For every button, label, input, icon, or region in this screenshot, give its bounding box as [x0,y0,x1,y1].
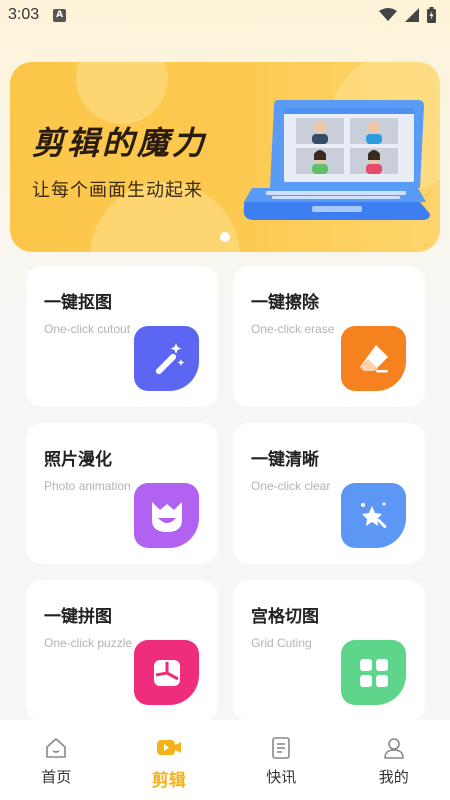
cellular-signal-icon [405,8,419,22]
feature-card-clear[interactable]: 一键清晰 One-click clear [233,423,425,564]
bottom-navigation: 首页 剪辑 快讯 我的 [0,720,450,800]
nav-label: 我的 [378,768,409,786]
feature-subtitle: One-click puzzle [44,636,133,650]
feature-card-puzzle[interactable]: 一键拼图 One-click puzzle [26,580,218,721]
feature-card-grid-cut[interactable]: 宫格切图 Grid Cuting [233,580,425,721]
status-bar: 3:03 A [0,0,450,30]
feature-title: 一键擦除 [251,293,319,313]
banner-subtitle: 让每个画面生动起来 [32,180,203,201]
nav-item-edit[interactable]: 剪辑 [129,736,209,791]
battery-icon [427,7,436,23]
banner-decor-circle [76,62,168,124]
notification-a-icon: A [53,8,67,22]
carousel-indicator[interactable] [220,232,230,242]
nav-label: 快讯 [266,768,297,786]
grid-icon [341,640,406,705]
feature-subtitle: One-click clear [251,479,331,493]
video-edit-icon [156,740,181,755]
feature-card-cutout[interactable]: 一键抠图 One-click cutout [26,266,218,407]
feature-subtitle: Grid Cuting [251,636,312,650]
nav-item-home[interactable]: 首页 [16,736,96,787]
promo-banner[interactable]: 剪辑的魔力 让每个画面生动起来 [10,62,440,252]
puzzle-collage-icon [134,640,199,705]
feature-subtitle: One-click cutout [44,322,131,336]
sparkle-wand-icon [341,483,406,548]
feature-title: 一键清晰 [251,450,319,470]
nav-label: 剪辑 [151,771,186,791]
eraser-icon [341,326,406,391]
feature-card-erase[interactable]: 一键擦除 One-click erase [233,266,425,407]
cartoon-face-icon [134,483,199,548]
banner-title: 剪辑的魔力 [32,124,208,162]
status-time: 3:03 [8,6,40,23]
feature-card-photo-animation[interactable]: 照片漫化 Photo animation [26,423,218,564]
feature-title: 一键拼图 [44,607,112,627]
laptop-video-call-illustration [243,100,430,220]
feature-title: 一键抠图 [44,293,112,313]
feature-subtitle: Photo animation [44,479,131,493]
feature-title: 照片漫化 [44,450,112,470]
news-icon [272,737,291,759]
nav-item-profile[interactable]: 我的 [354,736,434,787]
profile-icon [383,738,404,759]
feature-subtitle: One-click erase [251,322,335,336]
feature-title: 宫格切图 [251,607,319,627]
magic-wand-icon [134,326,199,391]
nav-label: 首页 [41,768,72,786]
nav-item-news[interactable]: 快讯 [241,736,321,787]
home-icon [46,738,67,758]
wifi-icon [379,8,397,21]
